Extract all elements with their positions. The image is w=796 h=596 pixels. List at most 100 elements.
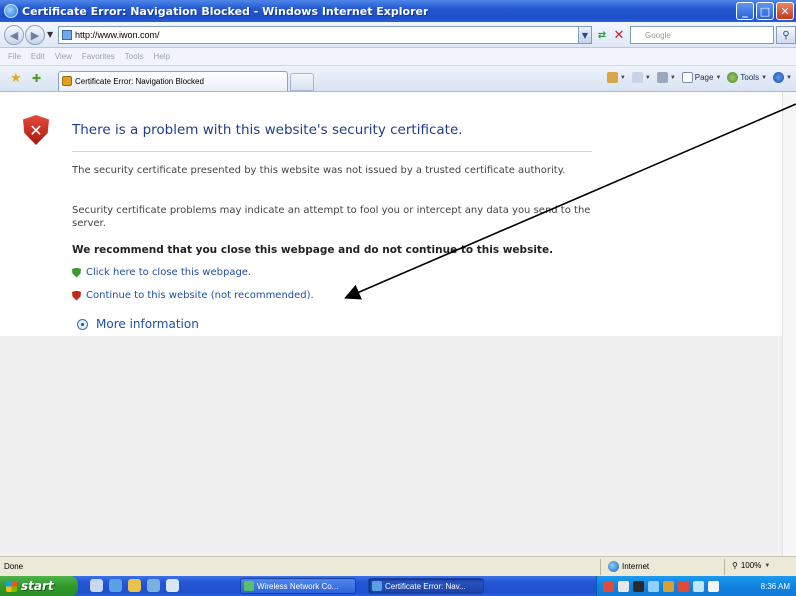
recent-pages-dropdown[interactable]: ▼ xyxy=(47,30,53,39)
tray-icon[interactable] xyxy=(693,580,704,592)
tray-icon[interactable] xyxy=(708,580,719,592)
favorites-star-icon[interactable]: ★ xyxy=(10,71,22,86)
continue-website-label: Continue to this website (not recommende… xyxy=(86,290,314,301)
more-information-link[interactable]: More information xyxy=(77,317,199,331)
menu-tools[interactable]: Tools xyxy=(125,52,144,61)
status-bar: Done Internet ⚲ 100% ▼ xyxy=(0,556,796,576)
clock: 8:36 AM xyxy=(760,581,790,591)
expand-icon xyxy=(77,318,88,330)
more-information-label: More information xyxy=(96,317,199,331)
taskbar-certificate-error[interactable]: Certificate Error: Nav... xyxy=(368,578,484,594)
address-dropdown-button[interactable]: ▼ xyxy=(578,26,592,44)
address-input[interactable]: http://www.iwon.com/ xyxy=(58,26,580,44)
page-menu-label: Page xyxy=(694,73,714,82)
back-button[interactable]: ◀ xyxy=(4,25,24,45)
taskbar: start Wireless Network Co... Certificate… xyxy=(0,576,796,596)
heading-divider xyxy=(72,151,592,152)
ie-logo-icon xyxy=(4,4,18,18)
tray-icon[interactable] xyxy=(663,580,674,592)
globe-icon xyxy=(608,561,619,572)
search-placeholder: Google xyxy=(645,30,671,40)
zone-label: Internet xyxy=(622,562,650,571)
tab-bar: ★ ✚ Certificate Error: Navigation Blocke… xyxy=(0,66,796,92)
empty-page-area xyxy=(0,336,796,556)
media-quicklaunch-icon[interactable] xyxy=(147,579,160,592)
maximize-button[interactable]: □ xyxy=(756,2,774,20)
continue-website-link[interactable]: Continue to this website (not recommende… xyxy=(72,290,314,301)
status-text: Done xyxy=(4,562,24,571)
app-quicklaunch-icon[interactable] xyxy=(166,579,179,592)
menu-file[interactable]: File xyxy=(8,52,21,61)
forward-button[interactable]: ▶ xyxy=(25,25,45,45)
close-webpage-label: Click here to close this webpage. xyxy=(86,267,252,278)
print-button[interactable]: ▼ xyxy=(656,72,676,83)
recommendation-text: We recommend that you close this webpage… xyxy=(72,244,554,256)
start-label: start xyxy=(21,579,54,593)
window-controls: _ □ ✕ xyxy=(736,2,794,20)
windows-logo-icon xyxy=(6,580,17,592)
status-separator xyxy=(724,559,725,575)
tray-icon[interactable] xyxy=(633,580,644,592)
tray-icon[interactable] xyxy=(603,580,614,592)
vertical-scrollbar[interactable] xyxy=(782,92,796,556)
network-icon xyxy=(244,581,254,591)
command-bar: ▼ ▼ ▼ Page ▼ Tools ▼ ▼ xyxy=(606,72,792,83)
zoom-level: 100% xyxy=(740,561,762,570)
refresh-icon[interactable]: ⇄ xyxy=(594,27,610,43)
minimize-button[interactable]: _ xyxy=(736,2,754,20)
taskbar-wireless-network[interactable]: Wireless Network Co... xyxy=(240,578,356,594)
feeds-icon xyxy=(631,72,643,83)
quick-launch xyxy=(90,579,179,592)
tray-icon[interactable] xyxy=(648,580,659,592)
warning-shield-icon: ✕ xyxy=(23,115,49,145)
search-input[interactable]: Google xyxy=(630,26,774,44)
zoom-control[interactable]: ⚲ 100% ▼ xyxy=(732,561,770,570)
page-menu-button[interactable]: Page ▼ xyxy=(681,72,721,83)
ie-window: Certificate Error: Navigation Blocked - … xyxy=(0,0,796,596)
ie-quicklaunch-icon[interactable] xyxy=(109,579,122,592)
stop-icon[interactable]: ✕ xyxy=(611,27,627,43)
window-title: Certificate Error: Navigation Blocked - … xyxy=(22,4,429,18)
tray-icon[interactable] xyxy=(678,580,689,592)
close-window-button[interactable]: ✕ xyxy=(776,2,794,20)
tools-menu-label: Tools xyxy=(740,73,760,82)
page-title: There is a problem with this website's s… xyxy=(72,122,463,138)
system-tray: 8:36 AM xyxy=(596,576,796,596)
folder-quicklaunch-icon[interactable] xyxy=(128,579,141,592)
page-icon xyxy=(62,30,72,40)
red-shield-icon xyxy=(72,290,81,301)
zoom-dropdown-icon: ▼ xyxy=(764,562,771,569)
add-favorites-icon[interactable]: ✚ xyxy=(32,72,41,85)
status-separator xyxy=(600,559,601,575)
menu-bar: File Edit View Favorites Tools Help xyxy=(0,48,796,66)
help-icon xyxy=(773,72,785,83)
print-icon xyxy=(656,72,668,83)
page-content: ✕ There is a problem with this website's… xyxy=(0,92,796,556)
feeds-button[interactable]: ▼ xyxy=(631,72,651,83)
search-icon[interactable]: ⚲ xyxy=(776,26,796,44)
page-menu-icon xyxy=(681,72,693,83)
address-url: http://www.iwon.com/ xyxy=(75,30,160,40)
security-zone[interactable]: Internet xyxy=(608,561,649,572)
close-webpage-link[interactable]: Click here to close this webpage. xyxy=(72,267,251,278)
new-tab-button[interactable] xyxy=(290,73,314,91)
menu-view[interactable]: View xyxy=(55,52,72,61)
home-icon xyxy=(606,72,618,83)
green-shield-icon xyxy=(72,267,81,278)
task-label: Certificate Error: Nav... xyxy=(385,581,466,591)
tab-page-icon xyxy=(62,76,72,86)
tools-gear-icon xyxy=(727,72,739,83)
menu-favorites[interactable]: Favorites xyxy=(82,52,115,61)
tab-certificate-error[interactable]: Certificate Error: Navigation Blocked xyxy=(58,71,288,91)
menu-help[interactable]: Help xyxy=(153,52,169,61)
start-button[interactable]: start xyxy=(0,576,78,596)
help-button[interactable]: ▼ xyxy=(773,72,792,83)
ie-task-icon xyxy=(372,581,382,591)
certificate-explanation: The security certificate presented by th… xyxy=(72,165,566,176)
zoom-icon: ⚲ xyxy=(732,561,738,570)
tools-menu-button[interactable]: Tools ▼ xyxy=(727,72,767,83)
tray-icon[interactable] xyxy=(618,580,629,592)
menu-edit[interactable]: Edit xyxy=(31,52,45,61)
show-desktop-icon[interactable] xyxy=(90,579,103,592)
home-button[interactable]: ▼ xyxy=(606,72,626,83)
